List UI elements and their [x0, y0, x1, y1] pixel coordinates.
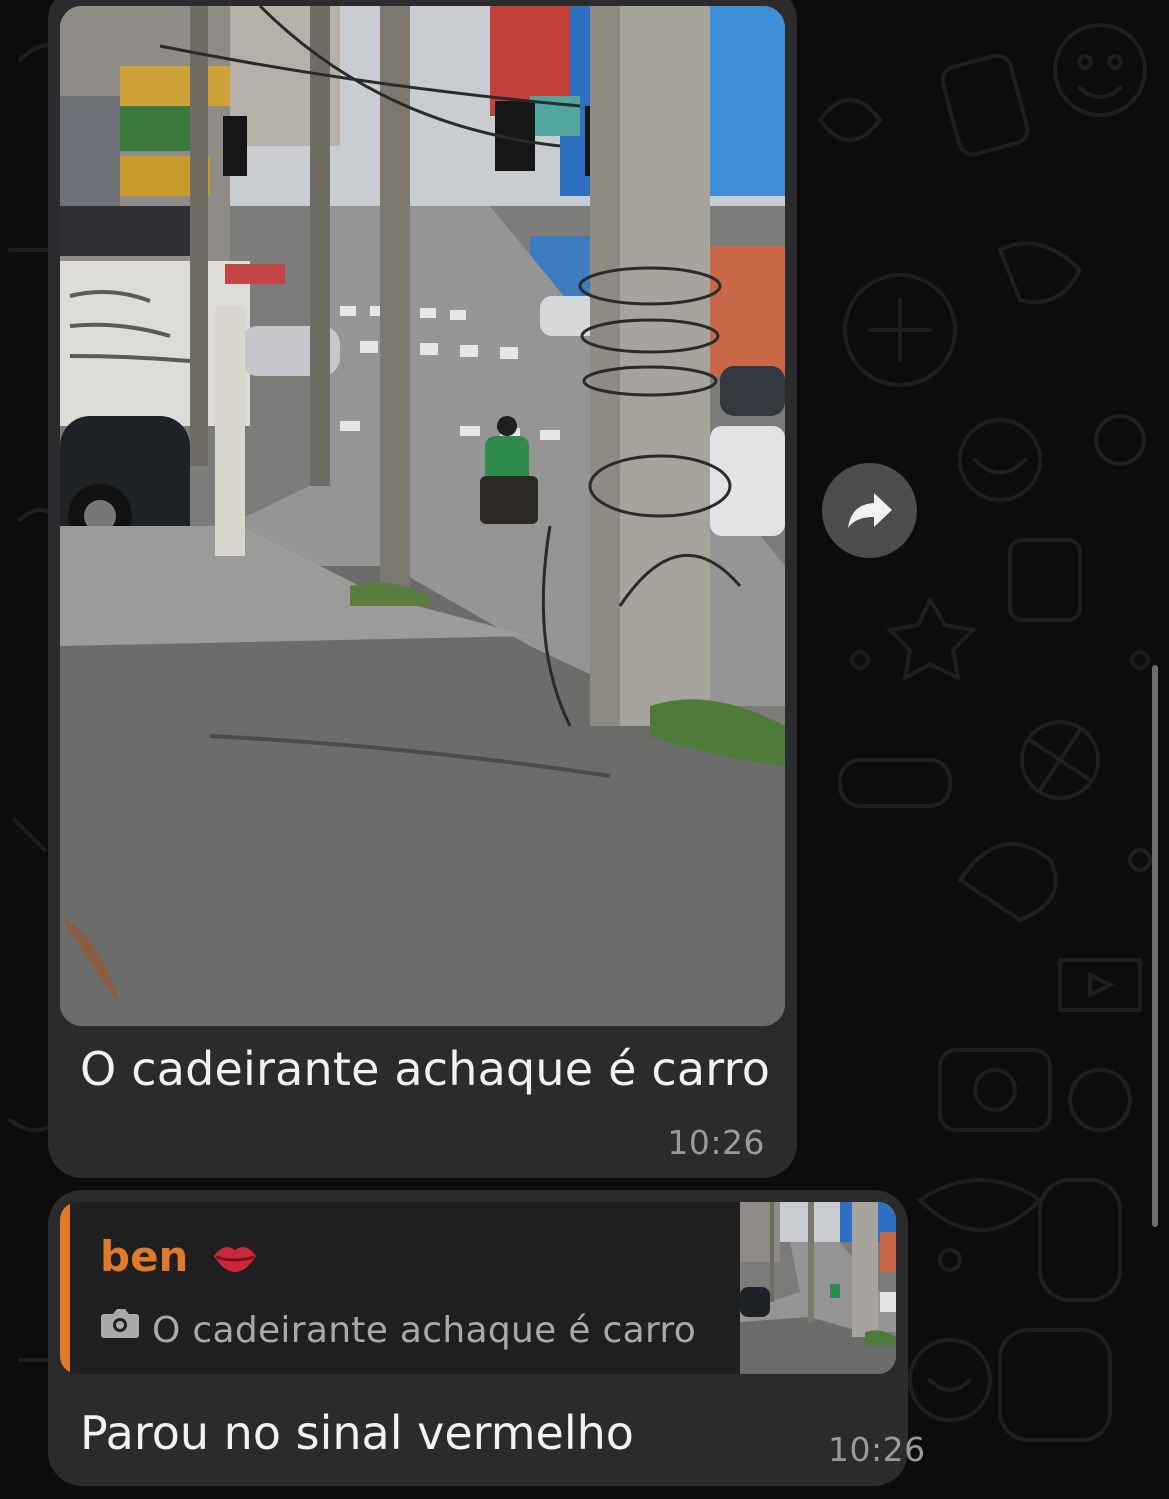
- photo-message-bubble[interactable]: O cadeirante achaque é carro 10:26: [48, 0, 797, 1178]
- reply-text: Parou no sinal vermelho: [80, 1406, 634, 1460]
- forward-button[interactable]: [822, 463, 917, 558]
- quoted-photo-thumbnail: [740, 1202, 896, 1374]
- quoted-sender-name: ben: [100, 1232, 189, 1281]
- chat-view[interactable]: O cadeirante achaque é carro 10:26 ben O…: [0, 0, 1169, 1499]
- street-photo[interactable]: [60, 6, 785, 1026]
- camera-icon: [101, 1309, 139, 1338]
- message-time: 10:26: [828, 1430, 926, 1469]
- quoted-text: O cadeirante achaque é carro: [152, 1310, 697, 1351]
- quote-accent-bar: [60, 1202, 70, 1374]
- kiss-mark-icon: [214, 1247, 256, 1272]
- forward-arrow-icon: [847, 492, 892, 528]
- reply-message-bubble[interactable]: ben O cadeirante achaque é carro Parou n…: [48, 1190, 925, 1486]
- photo-caption: O cadeirante achaque é carro: [80, 1042, 771, 1096]
- scrollbar[interactable]: [1152, 665, 1158, 1227]
- quoted-message[interactable]: ben O cadeirante achaque é carro: [60, 1202, 896, 1374]
- message-time: 10:26: [667, 1123, 765, 1162]
